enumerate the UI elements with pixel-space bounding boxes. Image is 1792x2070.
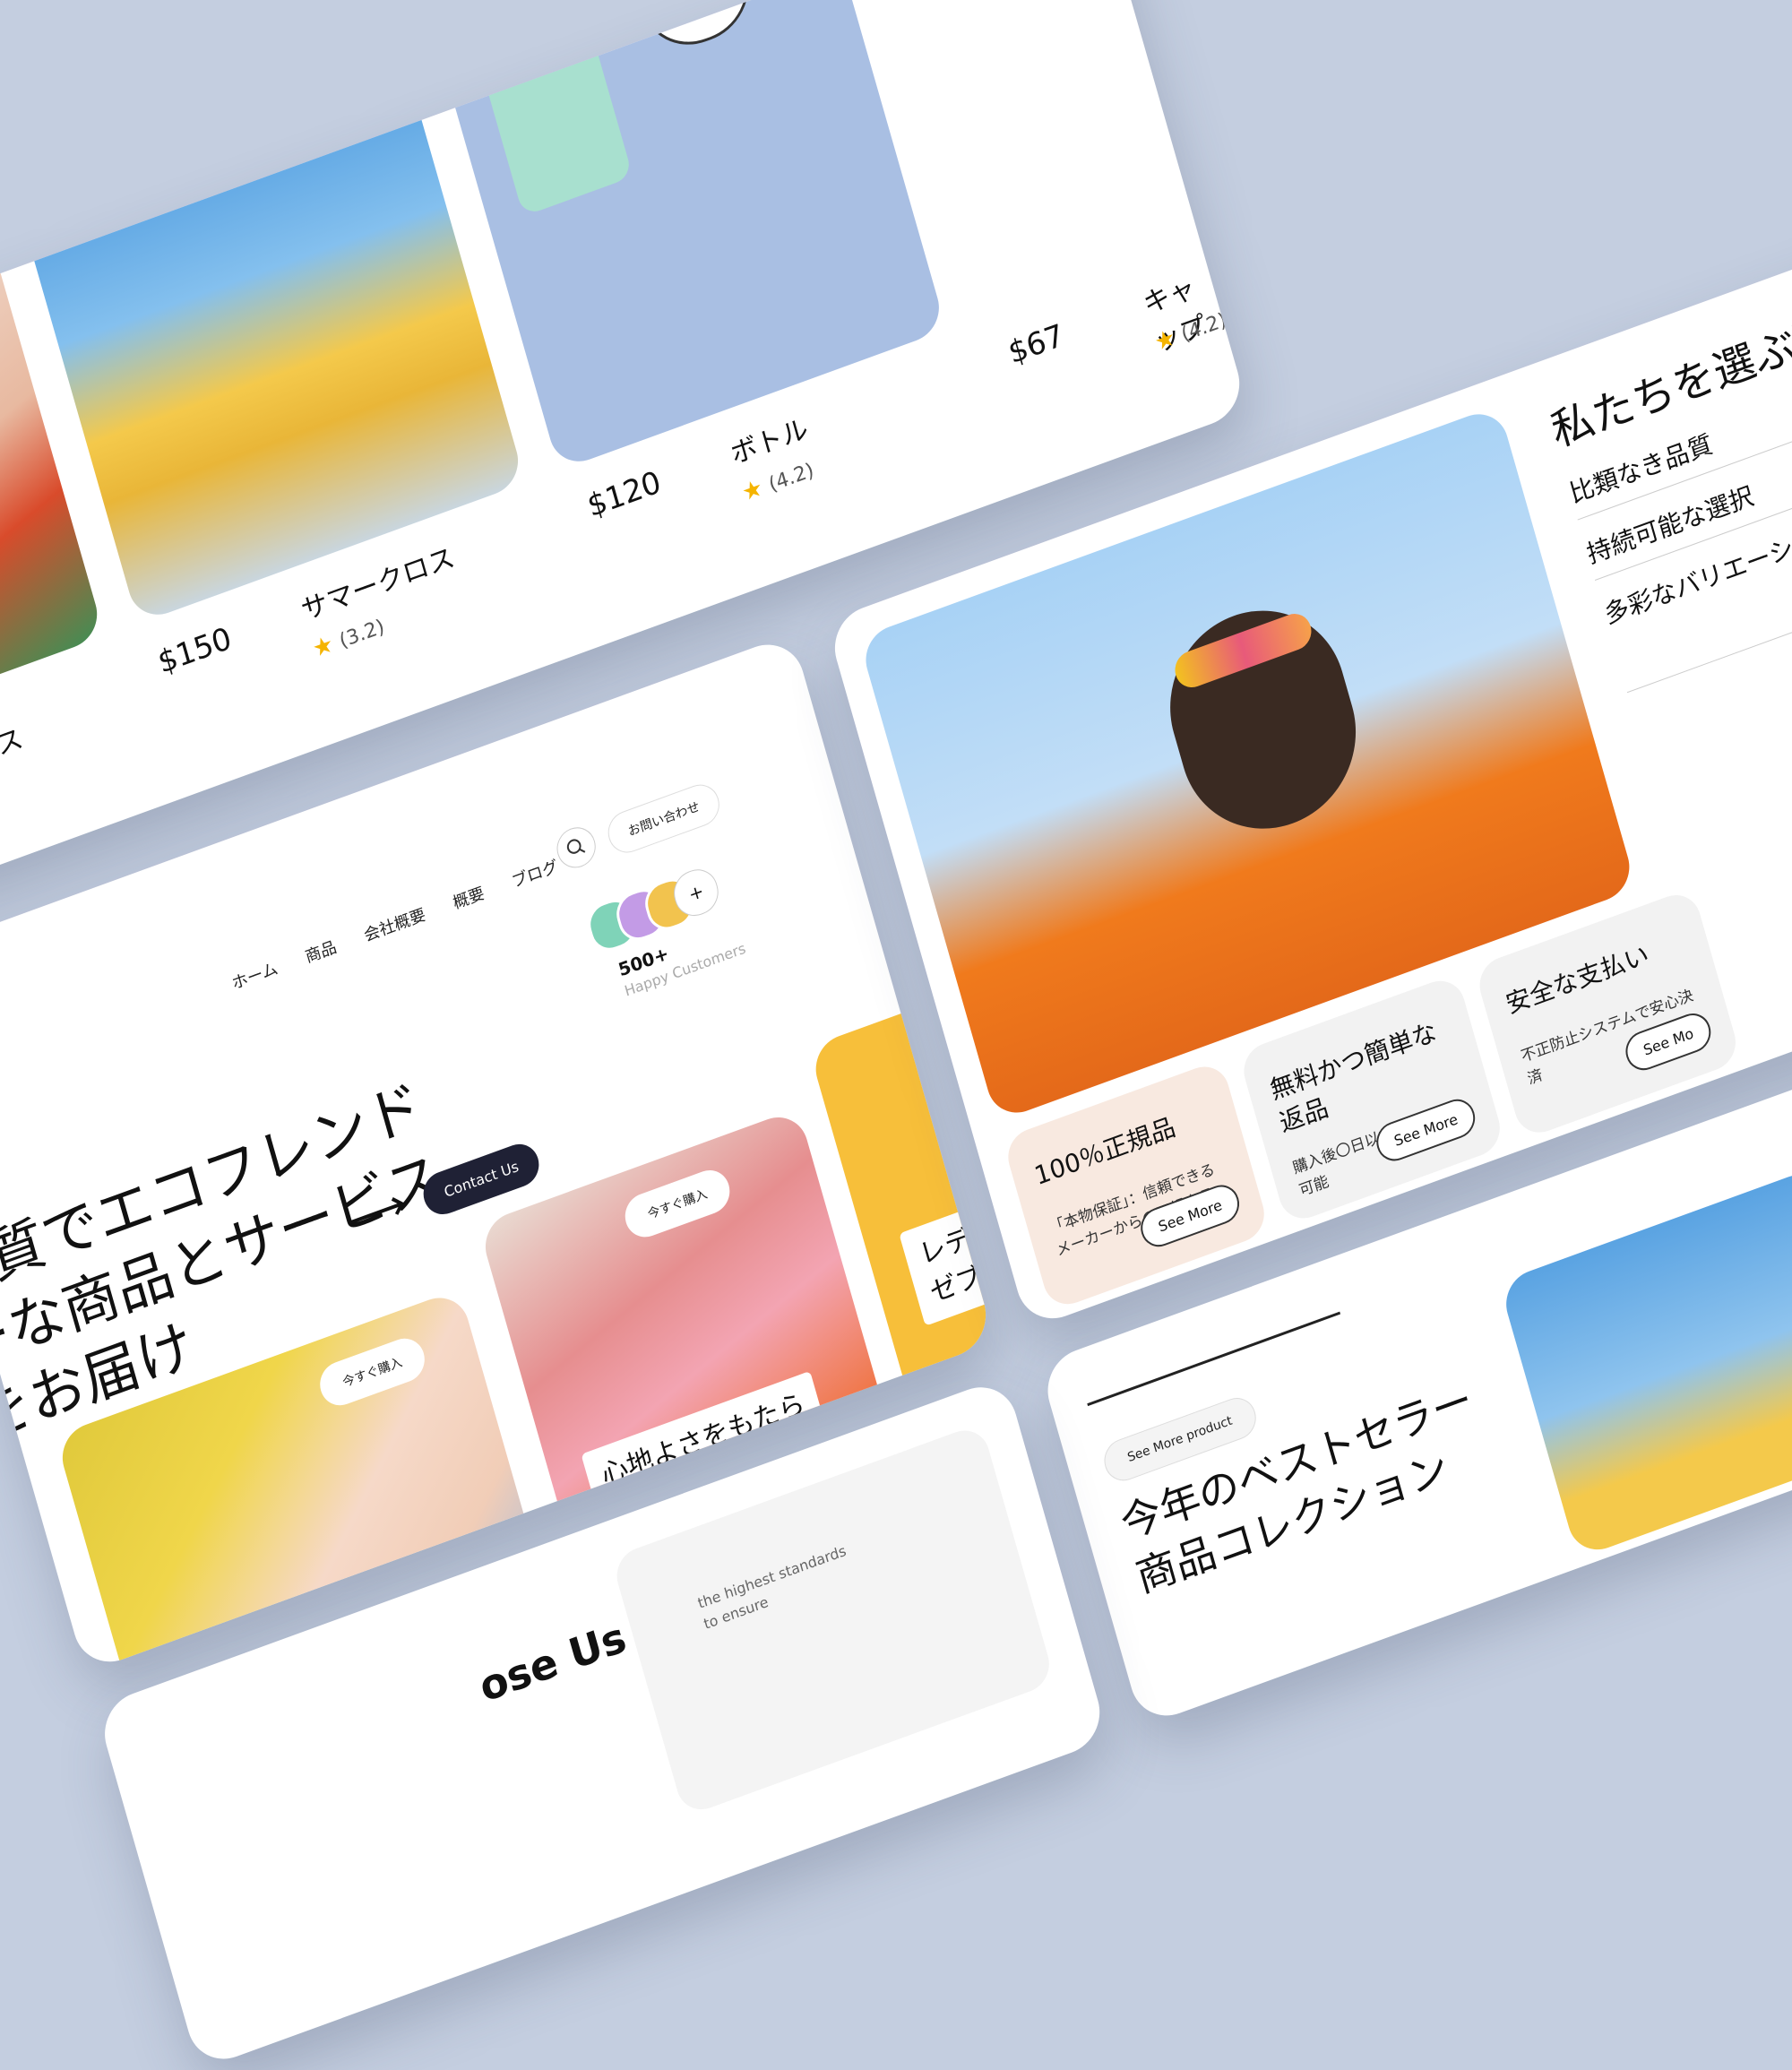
product-image-bottle[interactable] — [445, 0, 947, 470]
nav-item-blog[interactable]: ブログ — [510, 858, 561, 893]
choose-card — [610, 1423, 1055, 1817]
buy-now-pill[interactable]: 今すぐ購入 — [620, 1164, 735, 1244]
nav-item-overview[interactable]: 概要 — [451, 884, 487, 914]
choose-title: ose Us — [473, 1612, 632, 1712]
product-name[interactable]: サマードレス — [0, 716, 27, 809]
nav-item-products[interactable]: 商品 — [303, 938, 339, 968]
product-image-summer-cross[interactable] — [24, 85, 526, 624]
product-price: $67 — [1004, 317, 1068, 372]
star-icon: ★ — [309, 630, 337, 664]
bestseller-image[interactable] — [1498, 1166, 1792, 1559]
section-title: 私たちを選ぶ理 — [1546, 306, 1792, 458]
product-price: $150 — [153, 620, 236, 682]
divider — [1087, 1311, 1341, 1407]
nav-item-company[interactable]: 会社概要 — [362, 905, 427, 945]
product-tag-shoes: レディースラバー ゼブラシューズ — [899, 1151, 995, 1326]
nav-item-home[interactable]: ホーム — [230, 959, 280, 994]
star-icon: ★ — [738, 474, 766, 507]
buy-now-pill[interactable]: 今すぐ購入 — [314, 1333, 430, 1411]
bestseller-title: 今年のベストセラー 商品コレクション — [1115, 1375, 1478, 1602]
main-nav: ホーム 商品 会社概要 概要 ブログ — [228, 845, 584, 995]
product-price: $120 — [583, 464, 665, 525]
contact-pill[interactable]: お問い合わせ — [603, 779, 725, 858]
